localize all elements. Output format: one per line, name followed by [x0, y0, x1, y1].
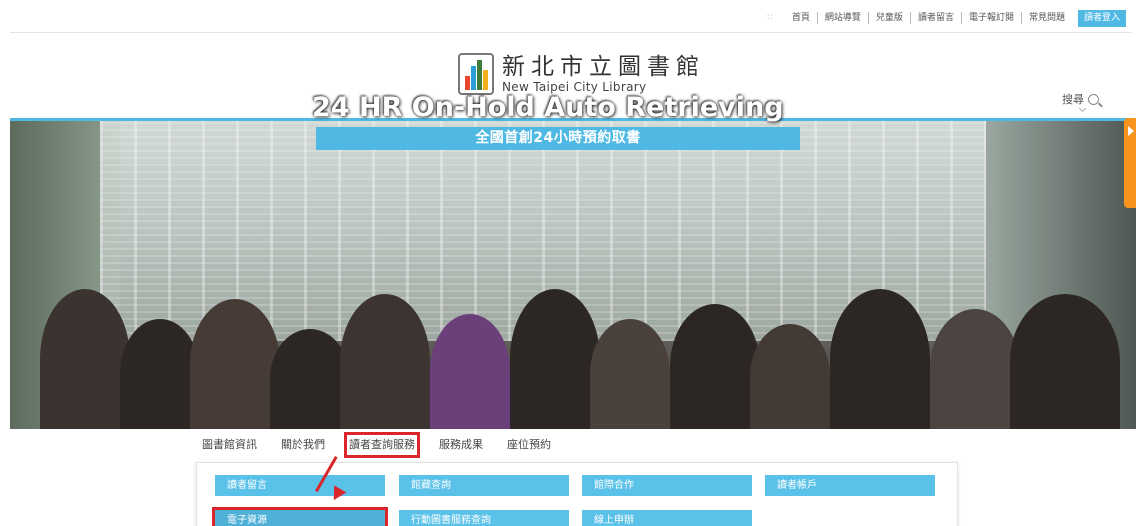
top-link-newsletter[interactable]: 電子報訂閱: [960, 12, 1021, 24]
reader-services-dropdown: 讀者留言 館藏查詢 館際合作 讀者帳戶 電子資源 行動圖書服務查詢 線上申辦: [196, 462, 958, 526]
menu-reader-account[interactable]: 讀者帳戶: [765, 475, 935, 496]
login-button[interactable]: 讀者登入: [1077, 9, 1126, 27]
hero-crowd-photo: [10, 279, 1136, 429]
top-link-messages[interactable]: 讀者留言: [909, 12, 961, 24]
nav-service-results[interactable]: 服務成果: [439, 437, 483, 453]
menu-interlibrary-loan[interactable]: 館際合作: [582, 475, 752, 496]
grid-menu-icon[interactable]: ∷: [767, 13, 773, 23]
library-name-zh: 新北市立圖書館: [502, 54, 705, 80]
menu-collection-search[interactable]: 館藏查詢: [399, 475, 569, 496]
top-link-faq[interactable]: 常見問題: [1020, 12, 1072, 24]
top-link-kids[interactable]: 兒童版: [867, 12, 910, 24]
menu-e-resources[interactable]: 電子資源: [212, 507, 388, 526]
menu-reader-messages[interactable]: 讀者留言: [215, 475, 385, 496]
nav-reader-services[interactable]: 讀者查詢服務: [344, 432, 420, 458]
hero-title: 24 HR On-Hold Auto Retrieving: [312, 92, 784, 123]
search-toggle[interactable]: 搜尋: [1062, 91, 1099, 113]
hero-subtitle: 全國首創24小時預約取書: [316, 127, 800, 150]
menu-online-application[interactable]: 線上申辦: [582, 510, 752, 526]
main-nav: 圖書館資訊 關於我們 讀者查詢服務 服務成果 座位預約: [202, 432, 575, 458]
hero-banner[interactable]: [10, 121, 1136, 429]
search-label: 搜尋: [1062, 93, 1084, 106]
top-utility-bar: ∷ 首頁 網站導覽 兒童版 讀者留言 電子報訂閱 常見問題 讀者登入: [767, 8, 1126, 28]
chevron-down-icon: [1078, 104, 1087, 113]
side-panel-tab[interactable]: [1124, 118, 1136, 208]
search-icon: [1088, 93, 1099, 105]
library-logo-icon: [458, 53, 494, 95]
top-link-home[interactable]: 首頁: [785, 12, 817, 24]
nav-seat-booking[interactable]: 座位預約: [507, 437, 551, 453]
nav-about-us[interactable]: 關於我們: [281, 437, 325, 453]
nav-library-info[interactable]: 圖書館資訊: [202, 437, 257, 453]
menu-mobile-library[interactable]: 行動圖書服務查詢: [399, 510, 569, 526]
site-logo[interactable]: 新北市立圖書館 New Taipei City Library: [458, 53, 705, 95]
top-divider: [10, 32, 1132, 33]
top-link-sitemap[interactable]: 網站導覽: [816, 12, 868, 24]
